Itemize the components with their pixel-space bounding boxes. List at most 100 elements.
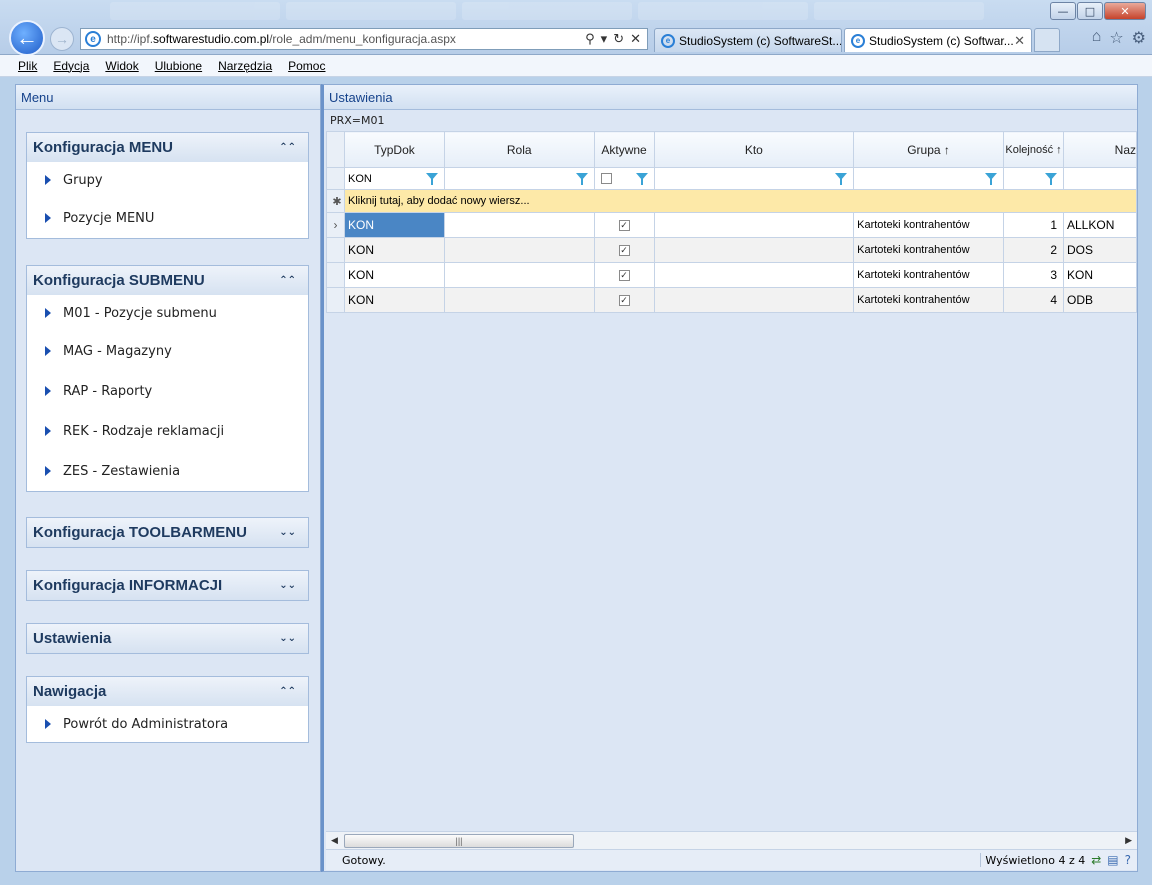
filter-rola[interactable] — [443, 167, 595, 190]
minimize-button[interactable]: — — [1050, 2, 1076, 20]
row-indicator-header — [326, 131, 345, 168]
scroll-right-icon[interactable]: ▶ — [1125, 835, 1132, 846]
col-header-typdok[interactable]: TypDok — [343, 131, 445, 168]
menu-plik[interactable]: Plik — [18, 59, 37, 73]
menu-item-mag[interactable]: MAG - Magazyny — [27, 331, 308, 371]
current-row-icon: › — [326, 212, 345, 238]
menu-edycja[interactable]: Edycja — [53, 59, 89, 73]
col-header-aktywne[interactable]: Aktywne — [593, 131, 655, 168]
triangle-right-icon — [45, 346, 51, 356]
home-icon[interactable]: ⌂ — [1092, 28, 1102, 48]
filter-icon[interactable] — [835, 173, 848, 185]
export-icon[interactable]: ▤ — [1107, 853, 1118, 867]
address-bar[interactable]: e http://ipf.softwarestudio.com.pl/role_… — [80, 28, 648, 50]
group-header[interactable]: Konfiguracja TOOLBARMENU ⌄⌄ — [27, 518, 308, 547]
menu-item-grupy[interactable]: Grupy — [27, 162, 308, 198]
expand-icon[interactable]: ⌄⌄ — [279, 580, 296, 591]
group-konfiguracja-toolbarmenu: Konfiguracja TOOLBARMENU ⌄⌄ — [26, 517, 309, 548]
filter-icon[interactable] — [635, 173, 648, 185]
group-header[interactable]: Konfiguracja MENU ⌃⌃ — [27, 133, 308, 162]
close-window-button[interactable]: ✕ — [1104, 2, 1146, 20]
menu-item-m01[interactable]: M01 - Pozycje submenu — [27, 295, 308, 331]
filter-icon[interactable] — [575, 173, 588, 185]
table-row[interactable]: KON ✓ Kartoteki kontrahentów 2 DOS — [326, 237, 1137, 263]
filter-kolejnosc[interactable] — [1003, 167, 1064, 190]
triangle-right-icon — [45, 213, 51, 223]
group-nawigacja: Nawigacja ⌃⌃ Powrót do Administratora — [26, 676, 309, 743]
filter-row: KON — [326, 167, 1137, 190]
filter-typdok[interactable]: KON — [343, 167, 445, 190]
aktywne-checkbox[interactable]: ✓ — [618, 245, 630, 257]
favorites-star-icon[interactable]: ☆ — [1109, 28, 1123, 48]
triangle-right-icon — [45, 466, 51, 476]
horizontal-scrollbar[interactable]: ◀ ||| ▶ — [326, 831, 1137, 849]
menu-item-rap[interactable]: RAP - Raporty — [27, 371, 308, 411]
collapse-icon[interactable]: ⌃⌃ — [279, 142, 296, 153]
arrow-right-icon: → — [55, 31, 69, 47]
aktywne-checkbox[interactable]: ✓ — [618, 220, 630, 232]
scroll-left-icon[interactable]: ◀ — [331, 835, 338, 846]
menu-item-rek[interactable]: REK - Rodzaje reklamacji — [27, 411, 308, 451]
search-icon[interactable]: ⚲ — [585, 31, 595, 47]
new-tab-button[interactable] — [1034, 28, 1060, 52]
ie-icon: e — [661, 33, 675, 48]
menu-item-pozycje-menu[interactable]: Pozycje MENU — [27, 198, 308, 238]
compat-view-icon[interactable]: ▾ — [601, 31, 608, 47]
filter-grupa[interactable] — [853, 167, 1005, 190]
col-header-rola[interactable]: Rola — [443, 131, 595, 168]
group-header[interactable]: Ustawienia ⌄⌄ — [27, 624, 308, 653]
aktywne-checkbox[interactable]: ✓ — [618, 270, 630, 282]
add-new-row[interactable]: ✱ Kliknij tutaj, aby dodać nowy wiersz..… — [326, 189, 1137, 213]
group-konfiguracja-submenu: Konfiguracja SUBMENU ⌃⌃ M01 - Pozycje su… — [26, 265, 309, 492]
col-header-kolejnosc[interactable]: Kolejność ↑ — [1003, 131, 1064, 168]
menu-item-powrot[interactable]: Powrót do Administratora — [27, 706, 308, 742]
menu-narzedzia[interactable]: Narzędzia — [218, 59, 272, 73]
url-text: http://ipf.softwarestudio.com.pl/role_ad… — [107, 32, 456, 46]
filter-aktywne[interactable] — [593, 167, 655, 190]
expand-icon[interactable]: ⌄⌄ — [279, 527, 296, 538]
window-controls: — □ ✕ — [1049, 2, 1146, 20]
collapse-icon[interactable]: ⌃⌃ — [279, 275, 296, 286]
menu-item-zes[interactable]: ZES - Zestawienia — [27, 451, 308, 491]
maximize-button[interactable]: □ — [1077, 2, 1103, 20]
menu-ulubione[interactable]: Ulubione — [155, 59, 202, 73]
col-header-grupa[interactable]: Grupa ↑ — [853, 131, 1005, 168]
stop-icon[interactable]: ✕ — [630, 31, 641, 47]
browser-chrome: — □ ✕ ← → e http://ipf.softwarestudio.co… — [0, 0, 1152, 56]
back-button[interactable]: ← — [9, 20, 45, 56]
triangle-right-icon — [45, 426, 51, 436]
status-text: Gotowy. — [342, 853, 386, 867]
refresh-icon[interactable]: ↻ — [613, 31, 624, 47]
filter-icon[interactable] — [985, 173, 998, 185]
filter-checkbox[interactable] — [600, 173, 612, 185]
browser-tab-2[interactable]: e StudioSystem (c) Softwar... ✕ — [844, 28, 1032, 52]
table-row[interactable]: › KON ✓ Kartoteki kontrahentów 1 ALLKON — [326, 212, 1137, 238]
gear-icon[interactable]: ⚙ — [1132, 28, 1146, 48]
filter-kto[interactable] — [653, 167, 855, 190]
aktywne-checkbox[interactable]: ✓ — [618, 295, 630, 307]
filter-icon[interactable] — [1045, 173, 1057, 185]
collapse-icon[interactable]: ⌃⌃ — [279, 686, 296, 697]
group-ustawienia: Ustawienia ⌄⌄ — [26, 623, 309, 654]
menu-pomoc[interactable]: Pomoc — [288, 59, 325, 73]
group-header[interactable]: Konfiguracja SUBMENU ⌃⌃ — [27, 266, 308, 295]
close-tab-icon[interactable]: ✕ — [1014, 33, 1025, 49]
scrollbar-thumb[interactable]: ||| — [344, 834, 574, 848]
browser-tab-1[interactable]: e StudioSystem (c) SoftwareSt... — [654, 28, 842, 52]
table-row[interactable]: KON ✓ Kartoteki kontrahentów 3 KON — [326, 262, 1137, 288]
group-header[interactable]: Konfiguracja INFORMACJI ⌄⌄ — [27, 571, 308, 600]
filter-nazwa[interactable] — [1063, 167, 1137, 190]
table-row[interactable]: KON ✓ Kartoteki kontrahentów 4 ODB — [326, 287, 1137, 313]
forward-button[interactable]: → — [50, 27, 74, 51]
col-header-kto[interactable]: Kto — [653, 131, 855, 168]
expand-icon[interactable]: ⌄⌄ — [279, 633, 296, 644]
left-panel-title: Menu — [16, 85, 320, 110]
ie-icon: e — [851, 33, 865, 48]
group-header[interactable]: Nawigacja ⌃⌃ — [27, 677, 308, 706]
col-header-nazwa[interactable]: Naz — [1063, 131, 1137, 168]
filter-icon[interactable] — [425, 173, 438, 185]
refresh-icon[interactable]: ⇄ — [1091, 853, 1101, 867]
menu-widok[interactable]: Widok — [105, 59, 138, 73]
settings-panel: Ustawienia PRX=M01 TypDok Rola Aktywne K… — [321, 84, 1138, 872]
help-icon[interactable]: ? — [1125, 853, 1131, 867]
